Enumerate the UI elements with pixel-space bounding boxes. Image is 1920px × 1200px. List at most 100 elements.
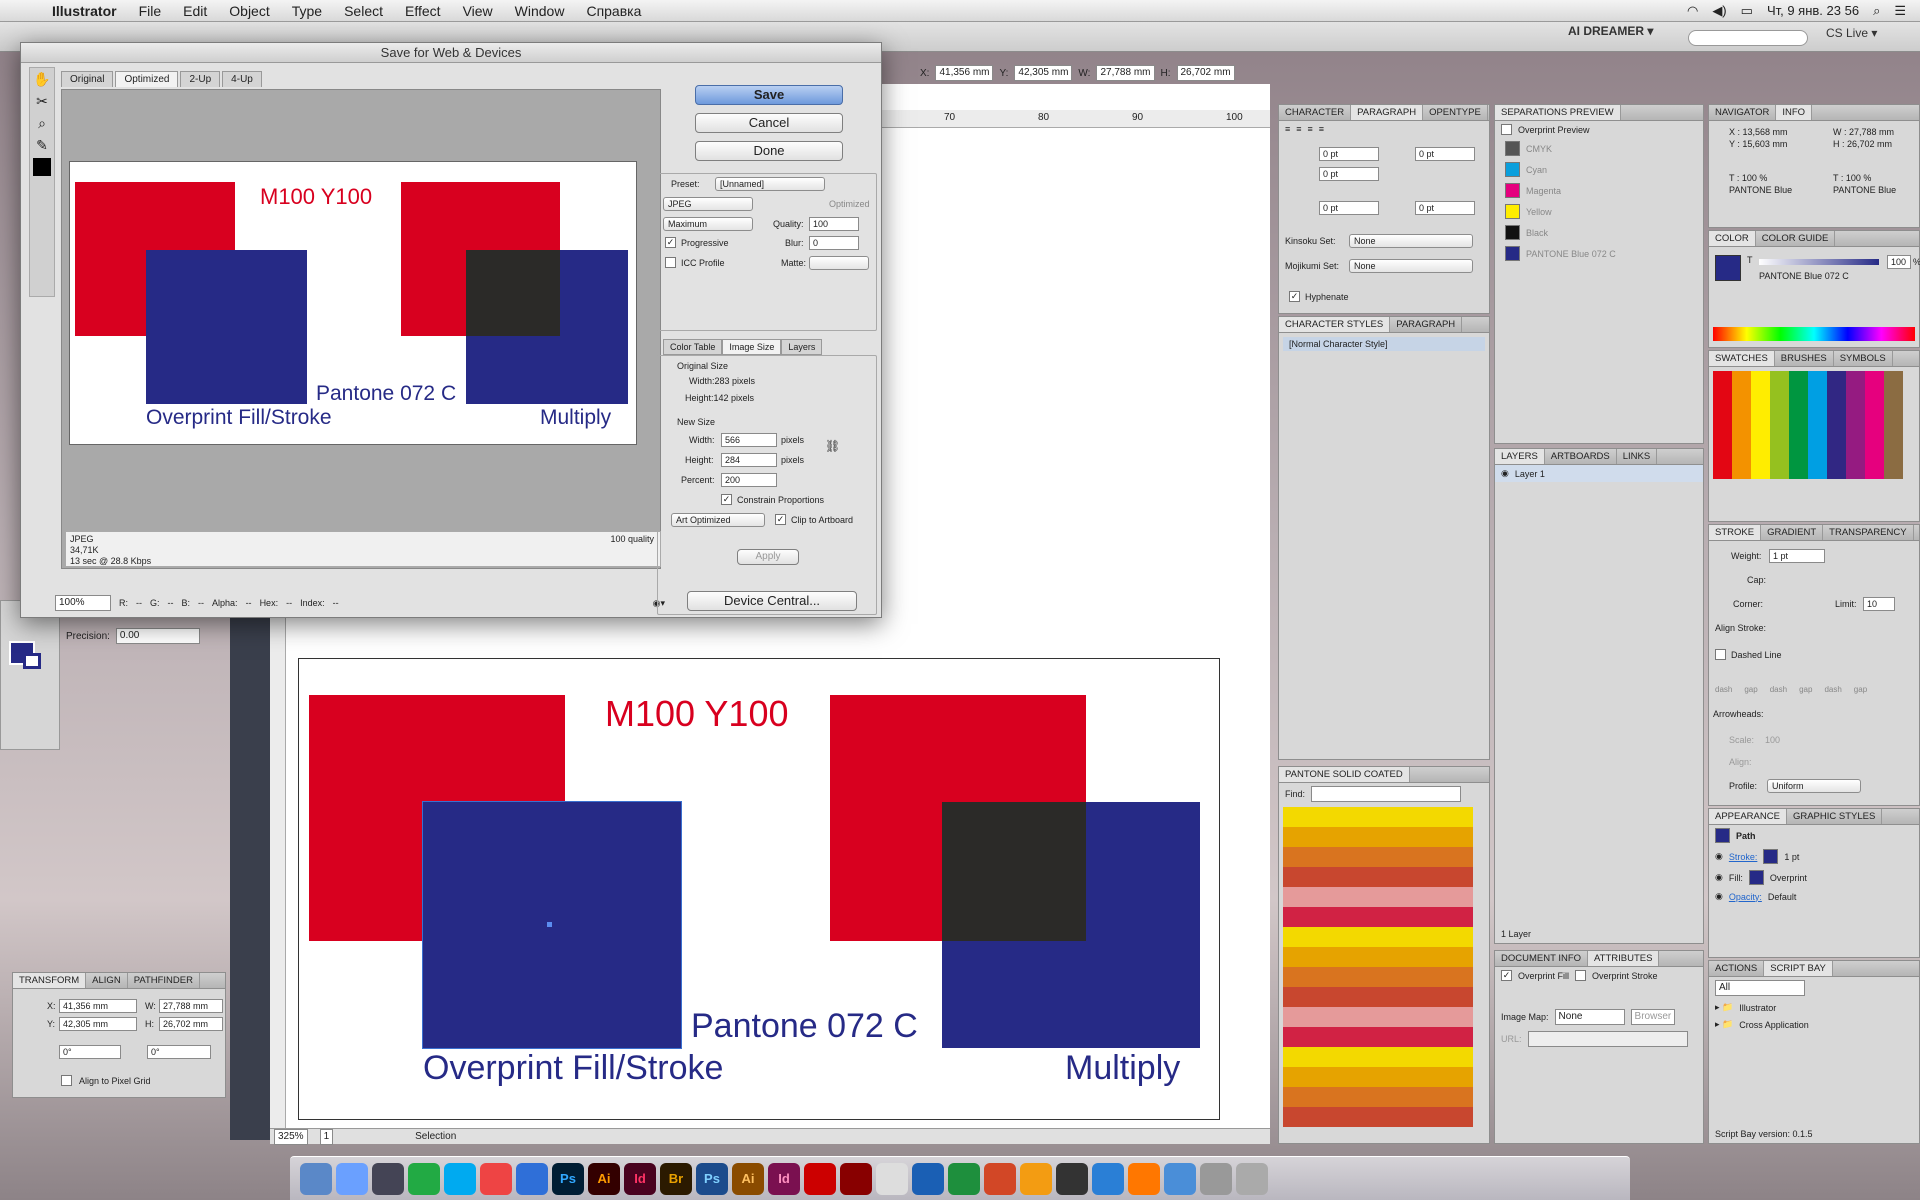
tab-4up[interactable]: 4-Up	[222, 71, 262, 87]
menu-view[interactable]: View	[452, 3, 504, 19]
tab-paragraph[interactable]: PARAGRAPH	[1351, 105, 1424, 120]
preset-select[interactable]: [Unnamed]	[715, 177, 825, 191]
blur-field[interactable]: 0	[809, 236, 859, 250]
link-icon[interactable]: ⛓	[825, 439, 840, 453]
tab-links[interactable]: LINKS	[1617, 449, 1658, 464]
menu-help[interactable]: Справка	[575, 3, 652, 19]
icc-checkbox[interactable]	[665, 257, 676, 268]
tab-original[interactable]: Original	[61, 71, 114, 87]
safari-icon[interactable]	[516, 1162, 548, 1195]
fill-color[interactable]	[1748, 870, 1764, 885]
tab-color[interactable]: COLOR	[1709, 231, 1756, 246]
tab-navigator[interactable]: NAVIGATOR	[1709, 105, 1777, 120]
width-field[interactable]: 566	[721, 433, 777, 447]
tab-optimized[interactable]: Optimized	[115, 71, 179, 87]
menu-type[interactable]: Type	[281, 3, 333, 19]
weight-field[interactable]: 1 pt	[1769, 549, 1825, 563]
menu-select[interactable]: Select	[333, 3, 394, 19]
rotate-field[interactable]: 0°	[59, 1045, 121, 1059]
zoom-tool-icon[interactable]: ⌕	[30, 112, 54, 134]
app-icon[interactable]	[372, 1162, 404, 1195]
system-prefs-icon[interactable]	[1200, 1162, 1232, 1195]
illustrator-old-icon[interactable]: Ai	[732, 1162, 764, 1195]
app-store-icon[interactable]	[1164, 1162, 1196, 1195]
browser-button[interactable]: Browser	[1630, 1009, 1676, 1025]
tab-info[interactable]: INFO	[1776, 105, 1813, 120]
tab-layers[interactable]: LAYERS	[1495, 449, 1545, 464]
stroke-swatch-icon[interactable]	[23, 653, 41, 669]
resample-select[interactable]: Art Optimized	[671, 513, 765, 527]
t-w-field[interactable]: 27,788 mm	[159, 999, 223, 1013]
subtab-image-size[interactable]: Image Size	[722, 339, 782, 355]
app-icon[interactable]	[336, 1162, 368, 1195]
artboard-number[interactable]: 1	[319, 1128, 334, 1145]
tint-slider[interactable]	[1759, 259, 1879, 265]
x-field[interactable]: 41,356 mm	[935, 65, 994, 81]
percent-field[interactable]: 200	[721, 473, 777, 487]
dashed-line-checkbox[interactable]	[1715, 649, 1726, 660]
tab-actions[interactable]: ACTIONS	[1709, 961, 1765, 976]
tab-transform[interactable]: TRANSFORM	[13, 973, 87, 988]
sep-item-yellow[interactable]: Yellow	[1499, 201, 1699, 222]
fill-eye-icon[interactable]: ◉	[1715, 872, 1723, 883]
cancel-button[interactable]: Cancel	[695, 113, 843, 133]
workspace-switcher[interactable]: AI DREAMER ▾	[1568, 24, 1653, 38]
tab-separations[interactable]: SEPARATIONS PREVIEW	[1495, 105, 1621, 120]
url-field[interactable]	[1527, 1031, 1688, 1047]
overprint-preview-checkbox[interactable]	[1501, 124, 1512, 135]
compression-select[interactable]: Maximum	[663, 217, 753, 231]
app-icon[interactable]	[408, 1162, 440, 1195]
trash-icon[interactable]	[1236, 1162, 1268, 1195]
image-map-select[interactable]: None	[1554, 1009, 1625, 1025]
color-fill-swatch[interactable]	[1715, 255, 1741, 281]
align-center-icon[interactable]: ≡	[1296, 124, 1301, 134]
pantone-swatch-grid[interactable]	[1283, 807, 1473, 1127]
tab-graphic-styles[interactable]: GRAPHIC STYLES	[1787, 809, 1883, 824]
acrobat-pro-icon[interactable]	[840, 1162, 872, 1195]
tab-stroke[interactable]: STROKE	[1709, 525, 1762, 540]
tab-artboards[interactable]: ARTBOARDS	[1545, 449, 1617, 464]
find-input[interactable]	[1311, 786, 1462, 802]
cs-live-menu[interactable]: CS Live ▾	[1826, 26, 1877, 40]
tab-character-styles[interactable]: CHARACTER STYLES	[1279, 317, 1391, 332]
blue-square-selected[interactable]	[422, 801, 682, 1049]
device-central-button[interactable]: Device Central...	[687, 591, 857, 611]
eye-icon[interactable]	[1505, 225, 1520, 240]
excel-icon[interactable]	[948, 1162, 980, 1195]
eyedropper-icon[interactable]: ✎	[30, 134, 54, 156]
textedit-icon[interactable]	[876, 1162, 908, 1195]
stroke-link[interactable]: Stroke:	[1729, 852, 1758, 862]
photoshop-icon[interactable]: Ps	[552, 1162, 584, 1195]
tab-gradient[interactable]: GRADIENT	[1761, 525, 1824, 540]
overprint-fill-checkbox[interactable]: ✓	[1501, 970, 1512, 981]
help-search-input[interactable]	[1688, 30, 1808, 46]
layer-row[interactable]: ◉ Layer 1	[1495, 465, 1703, 482]
menu-app[interactable]: Illustrator	[38, 3, 128, 19]
tab-transparency[interactable]: TRANSPARENCY	[1823, 525, 1914, 540]
first-line-field[interactable]: 0 pt	[1319, 167, 1379, 181]
fill-label[interactable]: Fill:	[1729, 873, 1743, 883]
bridge-icon[interactable]: Br	[660, 1162, 692, 1195]
illustrator-icon[interactable]: Ai	[588, 1162, 620, 1195]
menu-file[interactable]: File	[128, 3, 173, 19]
menu-window[interactable]: Window	[504, 3, 576, 19]
sep-item-pantone[interactable]: PANTONE Blue 072 C	[1499, 243, 1699, 264]
tab-appearance[interactable]: APPEARANCE	[1709, 809, 1787, 824]
script-folder-cross[interactable]: ▸ 📁 Cross Application	[1709, 1016, 1919, 1033]
tab-symbols[interactable]: SYMBOLS	[1834, 351, 1893, 366]
tab-paragraph-styles[interactable]: PARAGRAPH	[1390, 317, 1463, 332]
space-before-field[interactable]: 0 pt	[1319, 201, 1379, 215]
space-after-field[interactable]: 0 pt	[1415, 201, 1475, 215]
script-filter[interactable]: All	[1715, 980, 1805, 996]
tab-pantone[interactable]: PANTONE SOLID COATED	[1279, 767, 1410, 782]
hand-tool-icon[interactable]: ✋	[30, 68, 54, 90]
progressive-checkbox[interactable]: ✓	[665, 237, 676, 248]
tab-attributes[interactable]: ATTRIBUTES	[1588, 951, 1660, 966]
photoshop-old-icon[interactable]: Ps	[696, 1162, 728, 1195]
tab-2up[interactable]: 2-Up	[180, 71, 221, 87]
word-icon[interactable]	[912, 1162, 944, 1195]
wifi-icon[interactable]: ◠	[1687, 3, 1698, 19]
opacity-eye-icon[interactable]: ◉	[1715, 891, 1723, 902]
subtab-color-table[interactable]: Color Table	[663, 339, 723, 355]
justify-icon[interactable]: ≡	[1319, 124, 1324, 134]
